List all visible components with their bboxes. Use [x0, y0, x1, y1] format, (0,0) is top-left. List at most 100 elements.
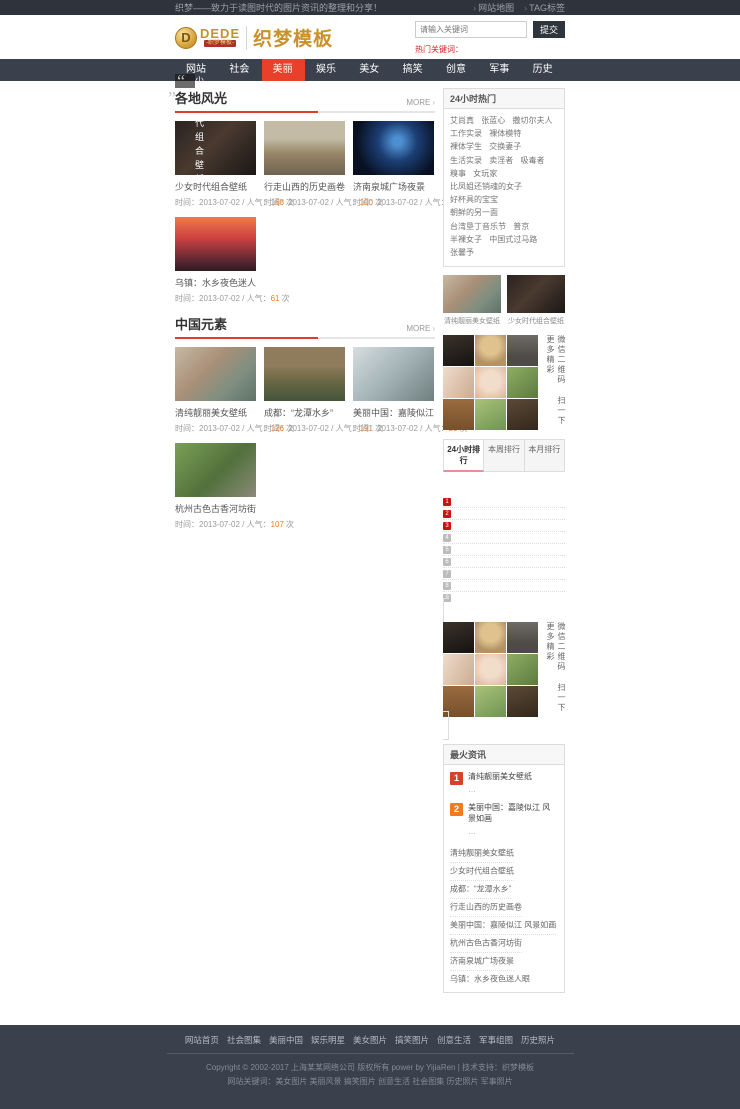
rank-row[interactable]: 9	[443, 592, 565, 604]
tag-link[interactable]: 撒切尔夫人	[512, 114, 552, 127]
rank-row[interactable]: 5	[443, 544, 565, 556]
tag-link[interactable]: 好杯具的宝宝	[450, 193, 498, 206]
list-item[interactable]: 乌镇：水乡夜色迷人眼	[450, 970, 530, 988]
search-submit-button[interactable]: 提交	[533, 21, 565, 38]
tag-link[interactable]: 裸体学生	[450, 140, 482, 153]
tag-link[interactable]: 中国式过马路	[489, 233, 537, 246]
sitemap-link[interactable]: ›网站地图	[473, 1, 514, 14]
sidebar: 24小时热门 艾尚真 张蓝心 撒切尔夫人 工作实录 裸体模特 裸体学生 交换妻子…	[443, 88, 565, 993]
tab-rank-month[interactable]: 本月排行	[525, 439, 565, 472]
list-item[interactable]: 美丽中国：嘉陵似江 风景如画 时间：2013-07-02 / 人气：50次	[353, 347, 434, 434]
rank-list: 1 2 3 4 5 6 7 8 9	[443, 496, 565, 604]
nav-item-stars[interactable]: 娱乐明星	[305, 59, 348, 81]
rank-tabs: 24小时排行 本周排行 本月排行	[443, 439, 565, 472]
featured-item[interactable]: 2 美丽中国：嘉陵似江 风景如画 …	[444, 796, 564, 838]
tag-link[interactable]: 生活实录	[450, 154, 482, 167]
tag-link[interactable]: 女玩家	[473, 167, 497, 180]
tag-link[interactable]: 交换妻子	[489, 140, 521, 153]
article-title: 少女时代组合壁纸	[507, 316, 565, 326]
nav-item-history[interactable]: 历史照片	[522, 59, 565, 81]
tag-link[interactable]: 朝鲜的另一面	[450, 206, 498, 219]
list-item[interactable]: 杭州古色古香河坊街 时间：2013-07-02 / 人气：107次	[175, 443, 256, 530]
article-title: 清纯靓丽美女壁纸	[443, 316, 501, 326]
collage-photo	[443, 335, 474, 366]
list-item[interactable]: 济南泉城广场夜景 时间：2013-07-02 / 人气：68次	[353, 121, 434, 208]
list-item[interactable]: 杭州古色古香河坊街	[450, 934, 522, 953]
wechat-qr-banner[interactable]: 微信二维码 扫一下 更多精彩	[443, 598, 565, 740]
footer-link[interactable]: 创意生活	[437, 1034, 471, 1046]
list-item[interactable]: 清纯靓丽美女壁纸	[450, 844, 514, 863]
site-logo[interactable]: D DEDE -织梦模板- 织梦模板	[175, 24, 333, 51]
tag-link[interactable]: 台湾垦丁音乐节	[450, 220, 506, 233]
collage-photo	[507, 654, 538, 685]
collage-photo	[475, 654, 506, 685]
article-title: 杭州古色古香河坊街	[175, 502, 256, 515]
article-meta: 时间：2013-07-02 / 人气：50次	[353, 423, 434, 434]
list-item[interactable]: 清纯靓丽美女壁纸	[443, 275, 501, 326]
list-item[interactable]: 成都：“龙潭水乡”	[450, 880, 511, 899]
footer-link[interactable]: 美女图片	[353, 1034, 387, 1046]
tag-link[interactable]: 卖淫者	[489, 154, 513, 167]
tag-link[interactable]: 半裸女子	[450, 233, 482, 246]
nav-item-creative[interactable]: 创意生活	[435, 59, 478, 81]
featured-item[interactable]: 1 清纯靓丽美女壁纸 …	[444, 765, 564, 796]
list-item[interactable]: 济南泉城广场夜景	[450, 952, 514, 971]
nav-item-funny[interactable]: 搞笑图片	[392, 59, 435, 81]
list-item[interactable]: 少女时代组合壁纸 时间：2013-07-02 / 人气：168次	[175, 121, 256, 208]
list-item[interactable]: 乌镇：水乡夜色迷人眼 时间：2013-07-02 / 人气：61次	[175, 217, 256, 304]
tags-link[interactable]: ›TAG标签	[524, 1, 565, 14]
list-item[interactable]: 成都：“龙潭水乡” 时间：2013-07-02 / 人气：191次	[264, 347, 345, 434]
tag-link[interactable]: 张馨予	[450, 246, 474, 259]
tag-link[interactable]: 比凤姐还销魂的女子	[450, 180, 522, 193]
quote-open-icon: “	[177, 74, 185, 88]
rank-row[interactable]: 6	[443, 556, 565, 568]
tag-link[interactable]: 吸毒者	[520, 154, 544, 167]
article-title: 美丽中国：嘉陵似江 风景如画	[353, 406, 434, 419]
nav-item-beauty[interactable]: 美女图片	[348, 59, 391, 81]
tag-link[interactable]: 工作实录	[450, 127, 482, 140]
footer-link[interactable]: 美丽中国	[269, 1034, 303, 1046]
footer-link[interactable]: 历史照片	[521, 1034, 555, 1046]
hot-news-list: 清纯靓丽美女壁纸 少女时代组合壁纸 成都：“龙潭水乡” 行走山西的历史画卷 美丽…	[444, 838, 564, 992]
tag-link[interactable]: 糗事	[450, 167, 466, 180]
list-item[interactable]: 少女时代组合壁纸	[450, 862, 514, 881]
rank-row[interactable]: 4	[443, 532, 565, 544]
footer-link[interactable]: 搞笑图片	[395, 1034, 429, 1046]
article-thumbnail	[353, 121, 434, 175]
topbar: 织梦——致力于读图时代的图片资讯的整理和分享！ ›网站地图 ›TAG标签	[0, 0, 740, 15]
rank-row[interactable]: 1	[443, 496, 565, 508]
wechat-qr-banner[interactable]: 微信二维码 扫一下 更多精彩	[443, 335, 565, 430]
footer-link[interactable]: 娱乐明星	[311, 1034, 345, 1046]
list-item[interactable]: 少女时代组合壁纸	[507, 275, 565, 326]
list-item[interactable]: 清纯靓丽美女壁纸 时间：2013-07-02 / 人气：126次	[175, 347, 256, 434]
rank-row[interactable]: 7	[443, 568, 565, 580]
list-item[interactable]: 行走山西的历史画卷 时间：2013-07-02 / 人气：100次	[264, 121, 345, 208]
tag-link[interactable]: 艾尚真	[450, 114, 474, 127]
article-excerpt: …	[468, 785, 532, 794]
tab-rank-24h[interactable]: 24小时排行	[443, 439, 484, 472]
rank-row[interactable]: 8	[443, 580, 565, 592]
collage-photo	[475, 686, 506, 717]
rank-row[interactable]: 3	[443, 520, 565, 532]
footer-link[interactable]: 网站首页	[185, 1034, 219, 1046]
tag-link[interactable]: 裸体模特	[489, 127, 521, 140]
tab-rank-week[interactable]: 本周排行	[484, 439, 524, 472]
article-title: 清纯靓丽美女壁纸	[175, 406, 256, 419]
hot-news-title: 最火资讯	[444, 745, 564, 765]
list-item[interactable]: 行走山西的历史画卷	[450, 898, 522, 917]
tag-link[interactable]: 张蓝心	[481, 114, 505, 127]
more-link[interactable]: MORE›	[406, 324, 435, 333]
tag-link[interactable]: 普京	[513, 220, 529, 233]
more-link[interactable]: MORE›	[406, 98, 435, 107]
rank-badge: 5	[443, 546, 451, 554]
footer-link[interactable]: 军事组图	[479, 1034, 513, 1046]
footer-link[interactable]: 社会图集	[227, 1034, 261, 1046]
list-item[interactable]: 美丽中国：嘉陵似江 风景如画	[450, 916, 556, 935]
nav-item-military[interactable]: 军事组图	[478, 59, 521, 81]
rank-row[interactable]: 2	[443, 508, 565, 520]
hot-news-box: 最火资讯 1 清纯靓丽美女壁纸 … 2 美丽中国：嘉陵似江 风景如画 …	[443, 744, 565, 993]
search-input[interactable]	[415, 21, 527, 38]
footer: 网站首页 社会图集 美丽中国 娱乐明星 美女图片 搞笑图片 创意生活 军事组图 …	[0, 1025, 740, 1109]
nav-item-society[interactable]: 社会图集	[218, 59, 261, 81]
nav-item-beautiful-china[interactable]: 美丽中国	[262, 59, 305, 81]
